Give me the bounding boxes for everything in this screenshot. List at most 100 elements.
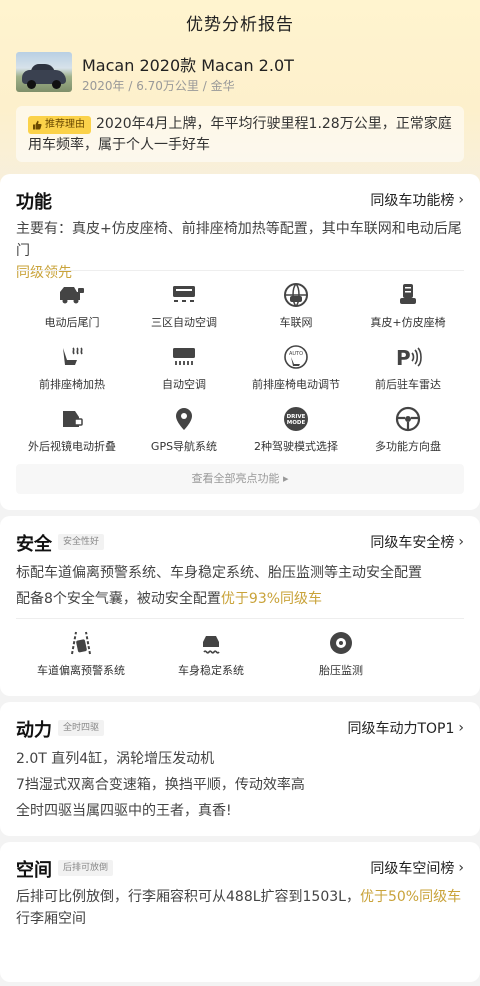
feature-label: 自动空调 [162,378,206,391]
svg-text:AUTO: AUTO [289,351,303,357]
car-name: Macan 2020款 Macan 2.0T [82,56,294,75]
feature-label: 前排座椅电动调节 [252,378,340,391]
car-thumbnail[interactable] [16,52,72,92]
safety-item[interactable]: 车身稳定系统 [146,630,276,684]
tailgate-icon [58,282,86,308]
car-meta: 2020年 / 6.70万公里 / 金华 [82,79,235,93]
safety-desc-2: 配备8个安全气囊，被动安全配置优于93%同级车 [16,588,464,610]
power-title: 动力 [16,720,52,741]
chevron-right-icon: › [458,534,464,550]
feature-label: 2种驾驶模式选择 [254,440,338,453]
feature-label: 真皮+仿皮座椅 [370,316,446,329]
lane-departure-icon [67,630,95,656]
power-rank-link[interactable]: 同级车动力TOP1 › [347,718,464,738]
safety-label: 胎压监测 [319,664,363,677]
tire-pressure-icon [327,630,355,656]
space-head: 空间 后排可放倒 同级车空间榜 › [16,856,464,882]
seat-heat-icon [58,344,86,370]
view-all-features-button[interactable]: 查看全部亮点功能 ▸ [16,464,464,494]
safety-desc-highlight: 优于93%同级车 [220,591,323,607]
safety-desc-1: 标配车道偏离预警系统、车身稳定系统、胎压监测等主动安全配置 [16,565,422,581]
analysis-report-page: 优势分析报告 Macan 2020款 Macan 2.0T 2020年 / 6.… [0,0,480,986]
space-badge: 后排可放倒 [58,860,114,876]
seat-adjust-icon: AUTO [282,344,310,370]
power-badge: 全时四驱 [58,720,105,736]
features-desc: 主要有：真皮+仿皮座椅、前排座椅加热等配置，其中车联网和电动后尾门 同级领先 [16,218,464,284]
features-title: 功能 [16,192,52,213]
feature-label: 多功能方向盘 [375,440,441,453]
space-desc-main: 后排可比例放倒，行李厢容积可从488L扩容到1503L， [16,889,360,905]
safety-rank-link[interactable]: 同级车安全榜 › [370,532,464,552]
safety-label: 车身稳定系统 [178,664,244,677]
feature-label: 三区自动空调 [151,316,217,329]
recommend-reason: 2020年4月上牌，年平均行驶里程1.28万公里，正常家庭用车频率，属于个人一手… [16,106,464,162]
auto-ac-icon [170,344,198,370]
reason-tag-label: 推荐理由 [45,119,85,130]
car-thumbnail-wheel [52,80,61,89]
feature-item[interactable]: 自动空调 [128,344,240,398]
safety-item[interactable]: 胎压监测 [276,630,406,684]
chevron-right-icon: › [458,720,464,736]
chevron-right-icon: › [458,860,464,876]
features-rank-label: 同级车功能榜 [370,193,455,209]
feature-item[interactable]: P 前后驻车雷达 [352,344,464,398]
thumbs-up-icon [33,120,42,130]
reason-tag: 推荐理由 [28,116,91,134]
safety-head: 安全 安全性好 同级车安全榜 › [16,530,464,556]
svg-text:P: P [396,346,411,369]
feature-item[interactable]: 真皮+仿皮座椅 [352,282,464,336]
features-desc-highlight: 同级领先 [16,265,72,281]
feature-label: 前后驻车雷达 [375,378,441,391]
reason-text: 2020年4月上牌，年平均行驶里程1.28万公里，正常家庭用车频率，属于个人一手… [28,116,452,153]
features-card: 功能 同级车功能榜 › 主要有：真皮+仿皮座椅、前排座椅加热等配置，其中车联网和… [0,174,480,510]
power-card: 动力 全时四驱 同级车动力TOP1 › 2.0T 直列4缸，涡轮增压发动机 7挡… [0,702,480,836]
safety-icon-grid: 车道偏离预警系统 车身稳定系统 胎压监测 [16,630,464,684]
feature-label: 电动后尾门 [44,316,100,329]
feature-label: 外后视镜电动折叠 [28,440,116,453]
feature-label: 前排座椅加热 [39,378,105,391]
seat-icon [394,282,422,308]
feature-item[interactable]: 前排座椅加热 [16,344,128,398]
space-title: 空间 [16,860,52,881]
space-desc-tail: 行李厢空间 [16,911,86,927]
safety-badge: 安全性好 [58,534,105,550]
connected-car-icon [282,282,310,308]
climate-icon [170,282,198,308]
page-title: 优势分析报告 [186,15,294,35]
space-rank-label: 同级车空间榜 [370,861,455,877]
power-line-3: 全时四驱当属四驱中的王者，真香! [16,803,232,819]
divider [16,270,464,271]
features-icon-grid: 电动后尾门 三区自动空调 车联网 真皮+仿皮座椅 前排座椅加热 自动空调 AUT… [16,282,464,460]
power-head: 动力 全时四驱 同级车动力TOP1 › [16,716,464,742]
car-thumbnail-wheel [27,80,36,89]
feature-item[interactable]: 电动后尾门 [16,282,128,336]
divider [16,618,464,619]
safety-item[interactable]: 车道偏离预警系统 [16,630,146,684]
feature-item[interactable]: 外后视镜电动折叠 [16,406,128,460]
feature-item[interactable]: 车联网 [240,282,352,336]
safety-title: 安全 [16,534,52,555]
feature-label: 车联网 [279,316,313,329]
space-rank-link[interactable]: 同级车空间榜 › [370,858,464,878]
features-head: 功能 同级车功能榜 › [16,188,464,214]
feature-item[interactable]: AUTO 前排座椅电动调节 [240,344,352,398]
features-rank-link[interactable]: 同级车功能榜 › [370,190,464,210]
mirror-fold-icon [58,406,86,432]
power-line-1: 2.0T 直列4缸，涡轮增压发动机 [16,751,215,767]
gps-icon [170,406,198,432]
safety-rank-label: 同级车安全榜 [370,535,455,551]
report-header: 优势分析报告 Macan 2020款 Macan 2.0T 2020年 / 6.… [0,0,480,200]
chevron-right-icon: › [458,192,464,208]
parking-radar-icon: P [394,344,422,370]
feature-item[interactable]: DRIVE MODE 2种驾驶模式选择 [240,406,352,460]
power-line-2: 7挡湿式双离合变速箱，换挡平顺，传动效率高 [16,777,305,793]
feature-label: GPS导航系统 [150,440,218,453]
space-desc: 后排可比例放倒，行李厢容积可从488L扩容到1503L，优于50%同级车行李厢空… [16,886,464,930]
stability-icon [197,630,225,656]
feature-item[interactable]: 多功能方向盘 [352,406,464,460]
feature-item[interactable]: GPS导航系统 [128,406,240,460]
safety-desc-main: 配备8个安全气囊，被动安全配置 [16,591,221,607]
space-card: 空间 后排可放倒 同级车空间榜 › 后排可比例放倒，行李厢容积可从488L扩容到… [0,842,480,982]
feature-item[interactable]: 三区自动空调 [128,282,240,336]
steering-wheel-icon [394,406,422,432]
